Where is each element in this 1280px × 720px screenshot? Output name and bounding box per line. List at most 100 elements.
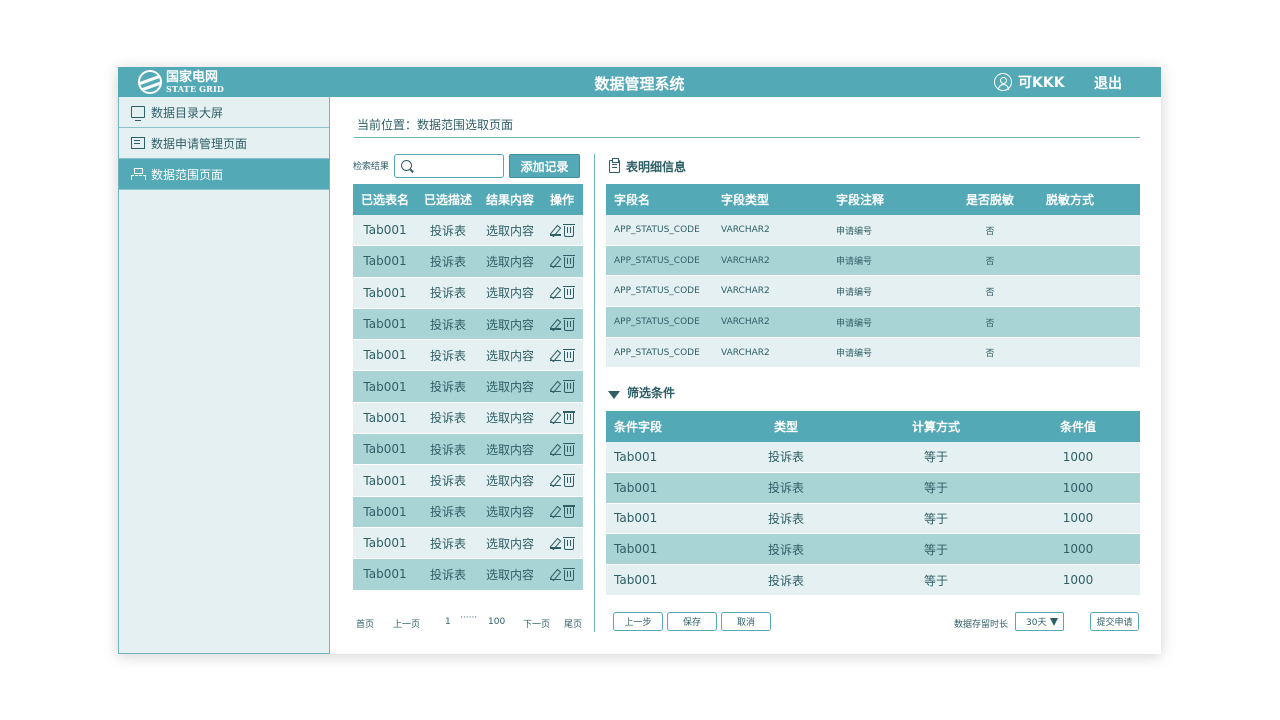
delete-icon[interactable]: [563, 254, 575, 268]
delete-icon[interactable]: [563, 286, 575, 300]
sidebar-item-catalog-screen[interactable]: 数据目录大屏: [119, 97, 329, 128]
cell-value: 1000: [1062, 480, 1094, 495]
delete-icon[interactable]: [563, 348, 575, 362]
table-row[interactable]: APP_STATUS_CODE VARCHAR2 申请编号 否: [606, 307, 1140, 338]
edit-icon[interactable]: [550, 506, 561, 518]
cell-table-name: Tab001: [363, 317, 407, 332]
prev-step-button[interactable]: 上一步: [613, 612, 663, 631]
table-row[interactable]: Tab001 投诉表 选取内容: [353, 465, 583, 497]
document-icon: [131, 137, 145, 149]
page-number[interactable]: 1: [445, 617, 451, 627]
save-button[interactable]: 保存: [667, 612, 717, 631]
delete-icon[interactable]: [563, 567, 575, 581]
filter-icon: [608, 390, 620, 399]
search-input[interactable]: [417, 157, 501, 175]
delete-icon[interactable]: [563, 317, 575, 331]
table-row[interactable]: Tab001 投诉表 选取内容: [353, 527, 583, 560]
edit-icon[interactable]: [550, 287, 561, 299]
clipboard-icon: [609, 158, 620, 173]
table-row[interactable]: Tab001 投诉表 选取内容: [353, 371, 583, 403]
first-page-link[interactable]: 首页: [356, 617, 374, 630]
table-row[interactable]: APP_STATUS_CODE VARCHAR2 申请编号 否: [606, 215, 1140, 246]
edit-icon[interactable]: [550, 475, 561, 487]
cell-table-name: Tab001: [363, 223, 407, 238]
search-box[interactable]: [394, 154, 504, 178]
cell-table-name: Tab001: [363, 567, 407, 582]
cell-type: 投诉表: [767, 481, 804, 496]
delete-icon[interactable]: [563, 442, 575, 456]
cell-type: 投诉表: [767, 511, 804, 526]
delete-icon[interactable]: [563, 223, 575, 237]
sidebar-item-data-range[interactable]: 数据范围页面: [119, 159, 329, 190]
delete-icon[interactable]: [563, 411, 575, 425]
cell-result: 选取内容: [485, 411, 534, 426]
edit-icon[interactable]: [550, 569, 561, 580]
table-row[interactable]: Tab001 投诉表 选取内容: [353, 496, 583, 528]
edit-icon[interactable]: [550, 225, 561, 236]
cell-result: 选取内容: [485, 317, 534, 332]
column-header: 已选描述: [423, 193, 472, 207]
table-row[interactable]: Tab001 投诉表 选取内容: [353, 215, 583, 247]
submit-application-button[interactable]: 提交申请: [1090, 612, 1139, 631]
table-row[interactable]: APP_STATUS_CODE VARCHAR2 申请编号 否: [606, 246, 1140, 276]
delete-icon[interactable]: [563, 536, 575, 550]
table-body: APP_STATUS_CODE VARCHAR2 申请编号否 APP_STATUS_C…: [606, 215, 1140, 368]
cell-condition-field: Tab001: [614, 542, 658, 557]
delete-icon[interactable]: [563, 505, 575, 519]
next-page-link[interactable]: 下一页: [523, 617, 550, 630]
table-row[interactable]: Tab001 投诉表 等于 1000: [606, 565, 1140, 596]
cell-field-comment: 申请编号: [836, 226, 873, 237]
table-body: Tab001 投诉表 选取内容 Tab001 投诉表 选取内容 Tab001 投诉表 选取内容 T…: [353, 215, 583, 591]
edit-icon[interactable]: [550, 412, 561, 424]
cell-value: 1000: [1062, 449, 1094, 464]
table-row[interactable]: Tab001 投诉表 选取内容: [353, 246, 583, 278]
last-page-link[interactable]: 尾页: [564, 617, 582, 630]
edit-icon[interactable]: [550, 319, 561, 330]
table-row[interactable]: Tab001 投诉表 选取内容: [353, 434, 583, 466]
cell-table-name: Tab001: [363, 348, 407, 363]
sidebar-item-label: 数据范围页面: [151, 167, 224, 182]
table-row[interactable]: Tab001 投诉表 等于 1000: [606, 442, 1140, 473]
table-row[interactable]: Tab001 投诉表 选取内容: [353, 340, 583, 372]
cell-actions: [541, 536, 583, 550]
cell-table-name: Tab001: [363, 536, 407, 551]
cancel-button[interactable]: 取消: [721, 612, 771, 631]
user-menu[interactable]: 可KKK: [994, 72, 1065, 92]
delete-icon[interactable]: [563, 380, 575, 394]
cell-description: 投诉表: [429, 411, 466, 426]
delete-icon[interactable]: [563, 474, 575, 488]
table-row[interactable]: APP_STATUS_CODE VARCHAR2 申请编号 否: [606, 338, 1140, 368]
table-row[interactable]: Tab001 投诉表 等于 1000: [606, 534, 1140, 566]
table-row[interactable]: Tab001 投诉表 选取内容: [353, 402, 583, 435]
table-row[interactable]: Tab001 投诉表 等于 1000: [606, 472, 1140, 504]
cell-actions: [541, 442, 583, 456]
cell-result: 选取内容: [485, 380, 534, 395]
edit-icon[interactable]: [550, 256, 561, 267]
table-row[interactable]: Tab001 投诉表 选取内容: [353, 559, 583, 591]
cell-condition-field: Tab001: [614, 573, 658, 588]
prev-page-link[interactable]: 上一页: [393, 617, 420, 630]
edit-icon[interactable]: [550, 350, 561, 361]
cell-actions: [541, 567, 583, 581]
cell-table-name: Tab001: [363, 285, 407, 300]
sidebar: 数据目录大屏 数据申请管理页面 数据范围页面: [118, 97, 330, 654]
edit-icon[interactable]: [550, 444, 561, 455]
cell-operator: 等于: [923, 542, 948, 557]
table-row[interactable]: Tab001 投诉表 选取内容: [353, 277, 583, 309]
storage-duration-select[interactable]: 30天: [1015, 612, 1064, 631]
sidebar-item-application-management[interactable]: 数据申请管理页面: [119, 128, 329, 159]
cell-field-type: VARCHAR2: [721, 286, 770, 296]
logout-button[interactable]: 退出: [1094, 73, 1122, 93]
table-row[interactable]: APP_STATUS_CODE VARCHAR2 申请编号 否: [606, 276, 1140, 307]
add-record-button[interactable]: 添加记录: [509, 154, 580, 178]
page-number[interactable]: 100: [488, 617, 505, 627]
cell-operator: 等于: [923, 481, 948, 496]
cell-field-name: APP_STATUS_CODE: [614, 317, 700, 327]
table-row[interactable]: Tab001 投诉表 选取内容: [353, 308, 583, 341]
table-row[interactable]: Tab001 投诉表 等于 1000: [606, 503, 1140, 535]
cell-result: 选取内容: [485, 567, 534, 582]
cell-description: 投诉表: [429, 536, 466, 551]
edit-icon[interactable]: [550, 538, 561, 549]
edit-icon[interactable]: [550, 381, 561, 393]
cell-field-name: APP_STATUS_CODE: [614, 286, 700, 296]
